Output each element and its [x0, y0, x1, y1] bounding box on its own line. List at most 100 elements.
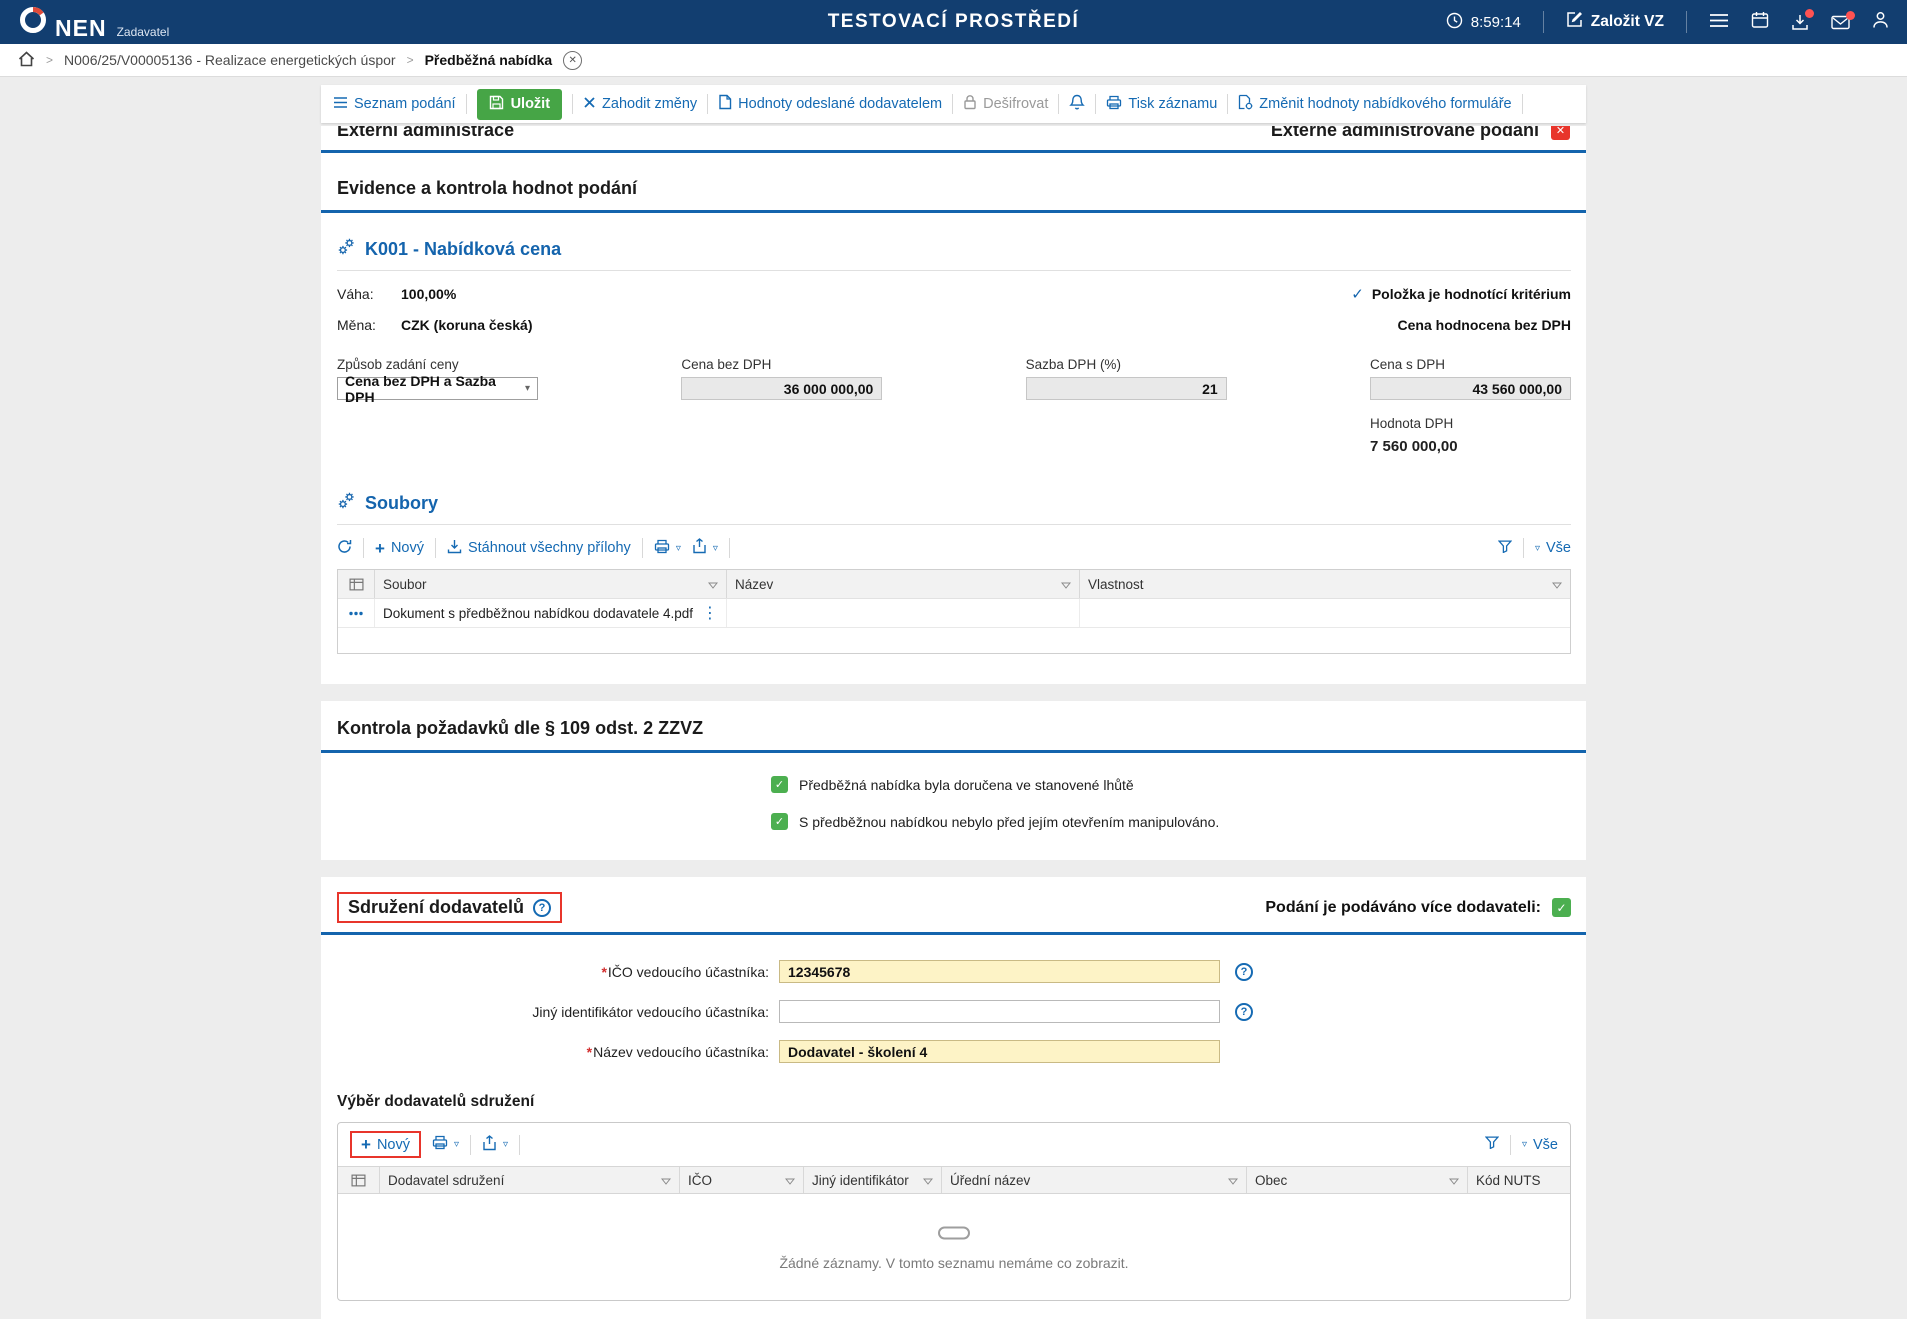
downloads-button[interactable]	[1791, 13, 1809, 31]
topbar-separator	[1543, 11, 1544, 33]
close-tab-icon[interactable]: ✕	[563, 51, 582, 70]
price-method-label: Způsob zadání ceny	[337, 357, 538, 372]
column-header-dodavatel[interactable]: Dodavatel sdružení	[380, 1167, 680, 1193]
download-all-attachments-button[interactable]: Stáhnout všechny přílohy	[447, 539, 631, 558]
column-header-vlastnost[interactable]: Vlastnost	[1080, 570, 1570, 598]
breadcrumb-item-procedure[interactable]: N006/25/V00005136 - Realizace energetick…	[64, 52, 396, 68]
column-header-jiny-identifikator[interactable]: Jiný identifikátor	[804, 1167, 942, 1193]
view-all-dropdown[interactable]: ▿ Vše	[1522, 1137, 1558, 1153]
print-list-button[interactable]: ▿	[432, 1135, 459, 1154]
files-header: Soubory	[337, 491, 1571, 515]
help-icon[interactable]: ?	[1235, 963, 1253, 981]
home-icon[interactable]	[18, 51, 35, 70]
breadcrumb-separator: >	[407, 53, 414, 67]
file-title-cell[interactable]	[727, 599, 1080, 627]
extern-admin-title: Externí administrace	[337, 126, 514, 143]
multi-supplier-flag: Podání je podáváno více dodavateli: ✓	[1265, 898, 1571, 917]
gears-icon	[337, 491, 356, 515]
column-filter-icon[interactable]	[1552, 577, 1562, 592]
breadcrumb: > N006/25/V00005136 - Realizace energeti…	[0, 44, 1907, 77]
toolbar-separator	[363, 538, 364, 558]
weight-row: Váha: 100,00% ✓ Položka je hodnotící kri…	[337, 285, 1571, 303]
column-filter-icon[interactable]	[785, 1173, 795, 1188]
compose-icon	[1566, 11, 1583, 33]
lock-icon	[963, 94, 977, 114]
column-header-kod-nuts[interactable]: Kód NUTS	[1468, 1167, 1570, 1193]
column-filter-icon[interactable]	[661, 1173, 671, 1188]
discard-changes-button[interactable]: Zahodit změny	[583, 96, 697, 113]
column-filter-icon[interactable]	[1228, 1173, 1238, 1188]
check-label: S předběžnou nabídkou nebylo před jejím …	[799, 814, 1219, 830]
price-method-select[interactable]: Cena bez DPH a Sazba DPH ▾	[337, 377, 538, 400]
table-settings-icon[interactable]	[338, 570, 375, 598]
leader-other-id-row: Jiný identifikátor vedoucího účastníka: …	[337, 1000, 1571, 1023]
group-selection-title: Výběr dodavatelů sdružení	[321, 1080, 1586, 1111]
toolbar-separator	[707, 94, 708, 114]
leader-ico-input[interactable]	[779, 960, 1220, 983]
price-form: Způsob zadání ceny Cena bez DPH a Sazba …	[337, 357, 1571, 400]
refresh-button[interactable]	[337, 539, 352, 558]
print-record-button[interactable]: Tisk záznamu	[1106, 95, 1217, 114]
currency-label: Měna:	[337, 317, 401, 333]
row-menu-icon[interactable]	[338, 599, 375, 627]
print-list-button[interactable]: ▿	[654, 539, 681, 558]
checked-checkbox-icon[interactable]: ✓	[1552, 898, 1571, 917]
weight-value: 100,00%	[401, 286, 456, 302]
column-filter-icon[interactable]	[708, 577, 718, 592]
currency-row: Měna: CZK (koruna česká) Cena hodnocena …	[337, 317, 1571, 333]
file-name-cell[interactable]: Dokument s předběžnou nabídkou dodavatel…	[375, 599, 727, 627]
help-icon[interactable]: ?	[533, 899, 551, 917]
submissions-list-button[interactable]: Seznam podání	[333, 96, 456, 113]
column-header-ico[interactable]: IČO	[680, 1167, 804, 1193]
brand-block[interactable]: NEN Zadavatel	[18, 5, 169, 40]
k001-title: K001 - Nabídková cena	[365, 239, 561, 260]
create-tender-button[interactable]: Založit VZ	[1566, 11, 1664, 33]
environment-title: TESTOVACÍ PROSTŘEDÍ	[828, 11, 1080, 33]
annotation-highlight-box: + Nový	[350, 1131, 421, 1158]
check-row-delivered: ✓ Předběžná nabídka byla doručena ve sta…	[771, 776, 1571, 793]
notification-badge	[1805, 9, 1814, 18]
new-group-supplier-button[interactable]: + Nový	[361, 1136, 410, 1153]
empty-state: Žádné záznamy. V tomto seznamu nemáme co…	[338, 1194, 1570, 1300]
messages-button[interactable]	[1831, 15, 1850, 30]
filter-button[interactable]	[1485, 1136, 1499, 1153]
column-filter-icon[interactable]	[1061, 577, 1071, 592]
divider	[337, 270, 1571, 271]
file-property-cell[interactable]	[1080, 599, 1570, 627]
column-filter-icon[interactable]	[1449, 1173, 1459, 1188]
required-asterisk: *	[601, 964, 606, 980]
dropdown-triangle-icon: ▿	[1522, 1139, 1527, 1150]
view-all-dropdown[interactable]: ▿ Vše	[1535, 540, 1571, 556]
leader-other-id-label: Jiný identifikátor vedoucího účastníka:	[337, 1004, 779, 1020]
hamburger-icon	[1709, 13, 1729, 32]
filter-button[interactable]	[1498, 540, 1512, 557]
column-header-soubor[interactable]: Soubor	[375, 570, 727, 598]
extern-admin-toggle-icon[interactable]: ✕	[1551, 126, 1570, 140]
change-form-values-button[interactable]: Změnit hodnoty nabídkového formuláře	[1238, 94, 1511, 114]
funnel-icon	[1485, 1136, 1499, 1153]
column-filter-icon[interactable]	[923, 1173, 933, 1188]
export-button[interactable]: ▿	[692, 538, 718, 558]
notifications-bell-button[interactable]	[1069, 94, 1085, 115]
dropdown-triangle-icon: ▿	[713, 543, 718, 554]
supplier-values-button[interactable]: Hodnoty odeslané dodavatelem	[718, 94, 942, 114]
help-icon[interactable]: ?	[1235, 1003, 1253, 1021]
new-file-button[interactable]: + Nový	[375, 540, 424, 557]
kebab-menu-icon[interactable]: ⋮	[702, 603, 718, 623]
table-row[interactable]: Dokument s předběžnou nabídkou dodavatel…	[338, 598, 1570, 627]
toolbar-separator	[1058, 94, 1059, 114]
leader-name-label: *Název vedoucího účastníka:	[337, 1044, 779, 1060]
leader-other-id-input[interactable]	[779, 1000, 1220, 1023]
calendar-icon	[1751, 11, 1769, 33]
column-header-obec[interactable]: Obec	[1247, 1167, 1468, 1193]
leader-name-row: *Název vedoucího účastníka:	[337, 1040, 1571, 1063]
price-with-vat-cell: Cena s DPH 43 560 000,00	[1370, 357, 1571, 400]
main-menu-button[interactable]	[1709, 13, 1729, 32]
table-settings-icon[interactable]	[338, 1167, 380, 1193]
column-header-uredni-nazev[interactable]: Úřední název	[942, 1167, 1247, 1193]
profile-button[interactable]	[1872, 11, 1889, 33]
column-header-nazev[interactable]: Název	[727, 570, 1080, 598]
save-button[interactable]: Uložit	[477, 89, 562, 120]
calendar-button[interactable]	[1751, 11, 1769, 33]
leader-name-input[interactable]	[779, 1040, 1220, 1063]
